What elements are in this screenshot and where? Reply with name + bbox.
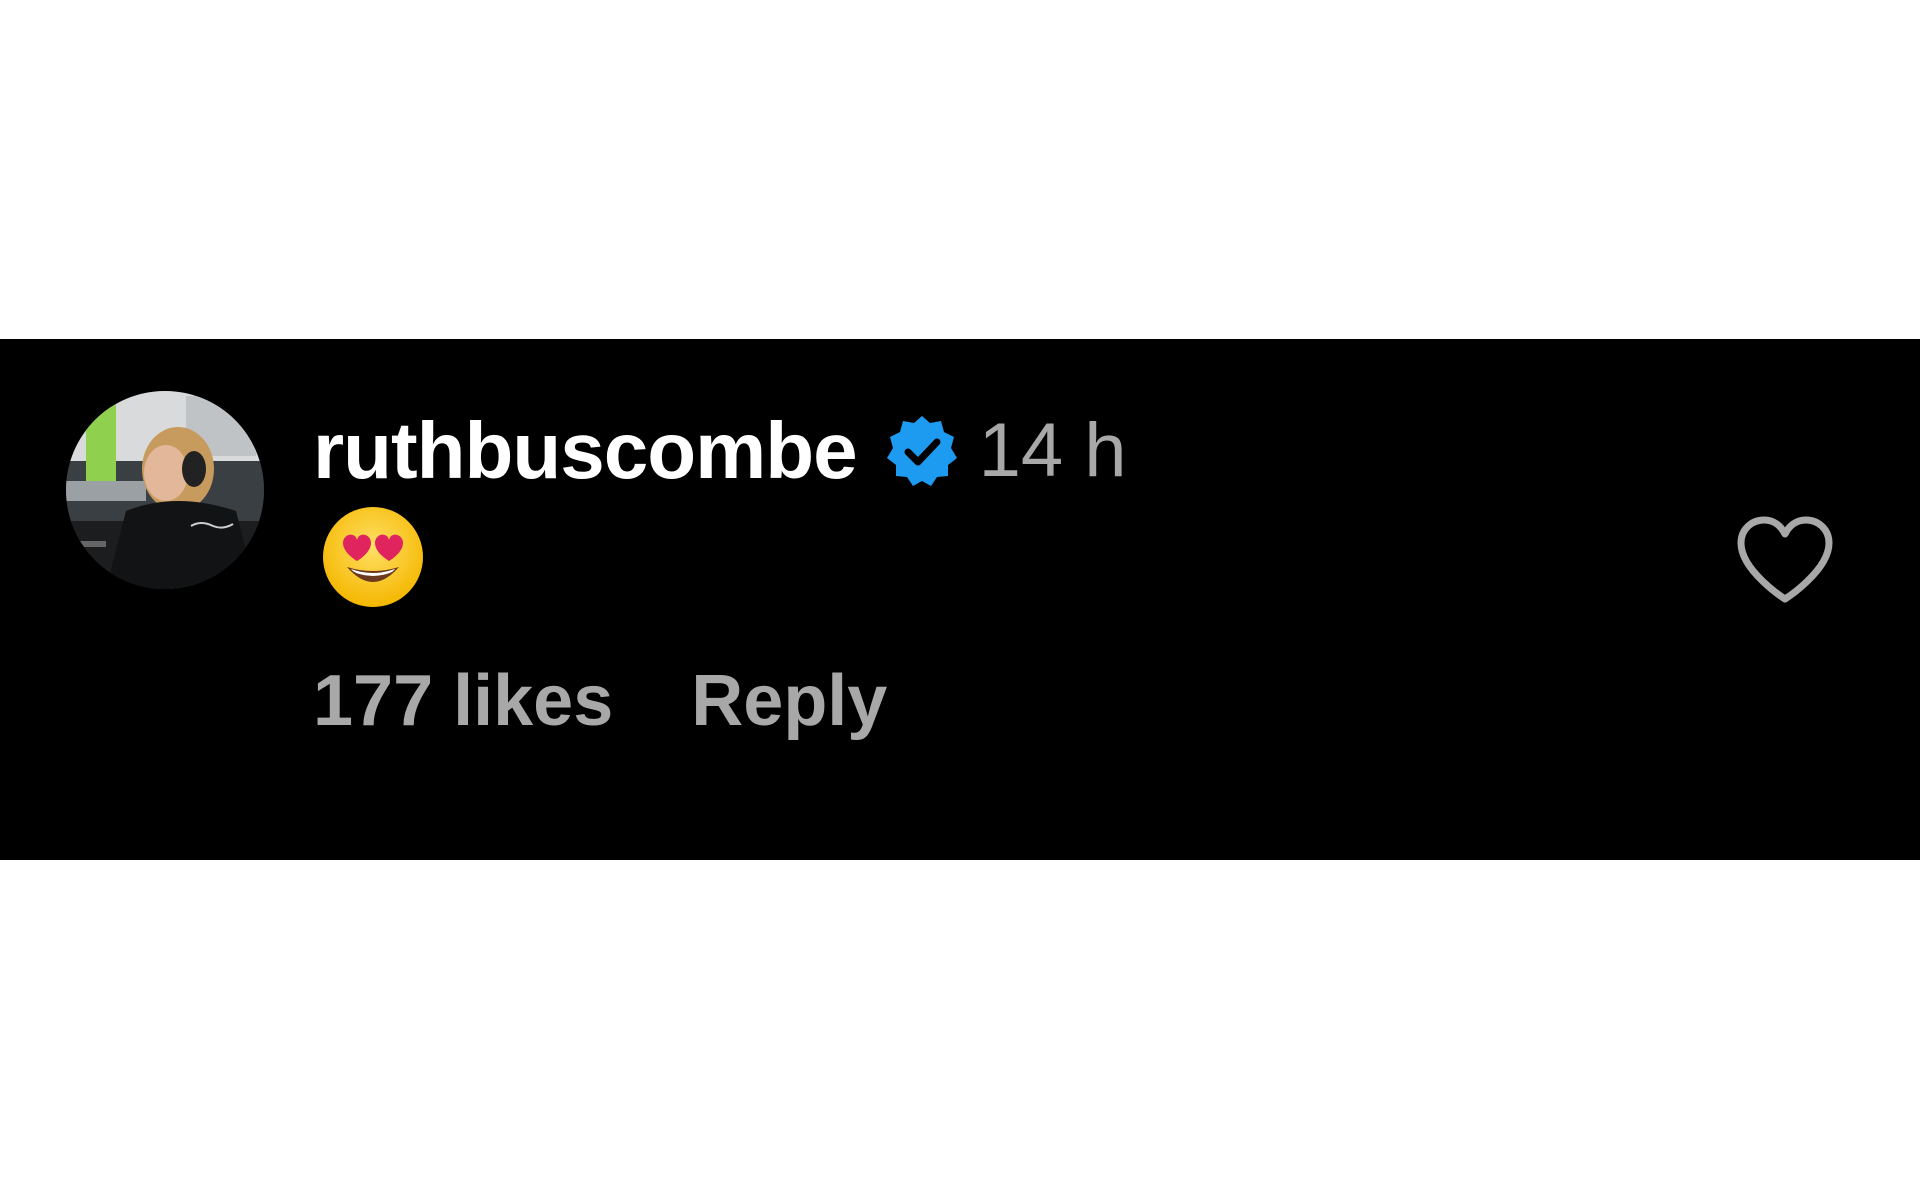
comment-footer: 177 likes Reply	[313, 665, 887, 737]
likes-count[interactable]: 177 likes	[313, 665, 613, 737]
heart-outline-icon	[1737, 516, 1833, 603]
avatar[interactable]	[66, 391, 264, 589]
avatar-photo	[66, 391, 264, 589]
reply-button[interactable]: Reply	[691, 665, 887, 737]
like-button[interactable]	[1735, 515, 1835, 607]
heart-eyes-emoji	[321, 505, 425, 609]
username-link[interactable]: ruthbuscombe	[313, 411, 858, 491]
comment-header: ruthbuscombe 14 h	[313, 401, 1127, 501]
comment-timestamp: 14 h	[978, 408, 1127, 493]
verified-badge-icon	[885, 414, 959, 488]
comment-row: ruthbuscombe 14 h 177 likes Reply	[0, 339, 1920, 860]
